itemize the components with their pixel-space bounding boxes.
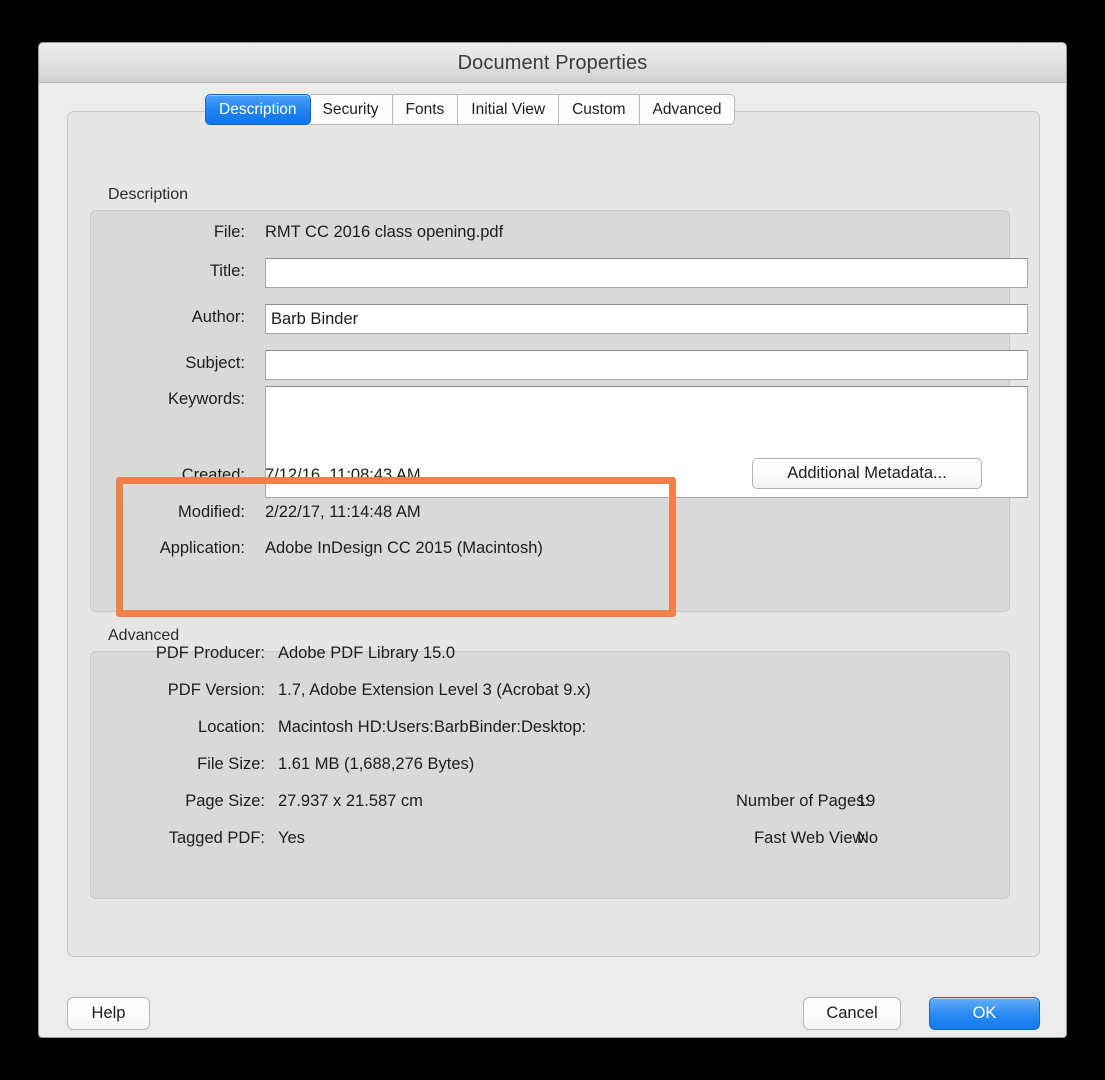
additional-metadata-button[interactable]: Additional Metadata...	[752, 458, 982, 489]
cancel-button[interactable]: Cancel	[803, 997, 901, 1030]
page-size-value: 27.937 x 21.587 cm	[278, 792, 423, 810]
file-value: RMT CC 2016 class opening.pdf	[265, 223, 504, 241]
tab-description[interactable]: Description	[205, 94, 311, 125]
properties-tab-bar[interactable]: Description Security Fonts Initial View …	[205, 94, 736, 125]
title-label: Title:	[209, 262, 245, 280]
author-label: Author:	[191, 308, 245, 326]
tab-fonts[interactable]: Fonts	[392, 94, 459, 125]
advanced-group-label: Advanced	[108, 627, 180, 644]
modified-label: Modified:	[178, 503, 245, 521]
file-size-value: 1.61 MB (1,688,276 Bytes)	[278, 755, 475, 773]
location-value: Macintosh HD:Users:BarbBinder:Desktop:	[278, 718, 587, 736]
application-label: Application:	[159, 539, 245, 557]
file-label: File:	[213, 223, 245, 241]
created-label: Created:	[181, 466, 245, 484]
dialog-titlebar: Document Properties	[39, 43, 1066, 83]
created-value: 7/12/16, 11:08:43 AM	[265, 466, 421, 484]
application-value: Adobe InDesign CC 2015 (Macintosh)	[265, 539, 543, 557]
dialog-title: Document Properties	[457, 52, 648, 74]
pdf-version-label: PDF Version:	[167, 681, 265, 699]
ok-button[interactable]: OK	[929, 997, 1040, 1030]
number-of-pages-value: 19	[857, 792, 876, 810]
subject-label: Subject:	[185, 354, 245, 372]
tagged-pdf-value: Yes	[278, 829, 305, 847]
fast-web-view-value: No	[857, 829, 879, 847]
help-button[interactable]: Help	[67, 997, 150, 1030]
description-group-label: Description	[108, 186, 189, 203]
pdf-version-value: 1.7, Adobe Extension Level 3 (Acrobat 9.…	[278, 681, 591, 699]
tab-advanced[interactable]: Advanced	[639, 94, 736, 125]
pdf-producer-label: PDF Producer:	[155, 644, 265, 662]
keywords-label: Keywords:	[167, 390, 245, 408]
tab-security[interactable]: Security	[309, 94, 393, 125]
modified-value: 2/22/17, 11:14:48 AM	[265, 503, 421, 521]
number-of-pages-label: Number of Pages:	[736, 792, 869, 810]
tab-initial-view[interactable]: Initial View	[458, 94, 560, 125]
file-size-label: File Size:	[197, 755, 265, 773]
pdf-producer-value: Adobe PDF Library 15.0	[278, 644, 456, 662]
fast-web-view-label: Fast Web View:	[754, 829, 869, 847]
document-properties-dialog: Document Properties Description Advanced…	[38, 42, 1067, 1038]
location-label: Location:	[198, 718, 265, 736]
subject-input[interactable]	[265, 350, 1028, 380]
author-input[interactable]	[265, 304, 1028, 334]
page-size-label: Page Size:	[185, 792, 265, 810]
tab-custom[interactable]: Custom	[559, 94, 640, 125]
title-input[interactable]	[265, 258, 1028, 288]
tagged-pdf-label: Tagged PDF:	[168, 829, 265, 847]
